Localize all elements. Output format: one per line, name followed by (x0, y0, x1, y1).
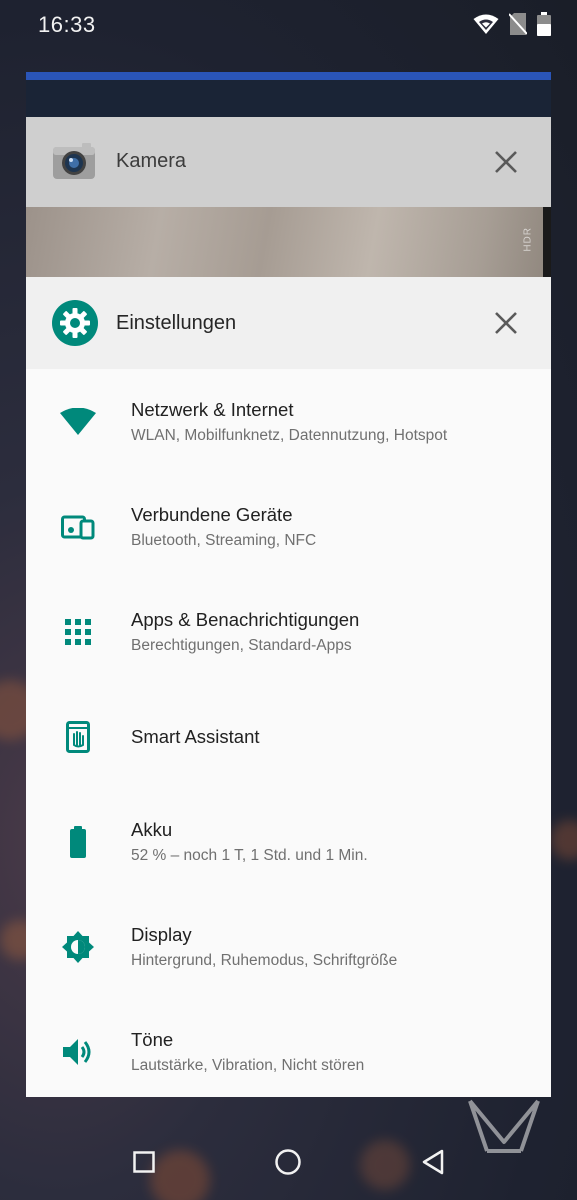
item-title: Apps & Benachrichtigungen (131, 608, 360, 630)
item-subtitle: Bluetooth, Streaming, NFC (131, 531, 317, 549)
kamera-card-title: Kamera (116, 150, 187, 172)
apps-grid-icon (56, 610, 100, 654)
settings-item-smart-assistant[interactable]: Smart Assistant (26, 684, 551, 789)
item-title: Akku (131, 818, 173, 840)
status-icons (473, 12, 551, 36)
wifi-icon (473, 14, 499, 34)
connected-devices-icon (56, 505, 100, 549)
smart-assistant-icon (56, 715, 100, 759)
settings-card-header[interactable]: Einstellungen (26, 277, 551, 369)
settings-item-network[interactable]: Netzwerk & Internet WLAN, Mobilfunknetz,… (26, 369, 551, 474)
item-subtitle: WLAN, Mobilfunknetz, Datennutzung, Hotsp… (131, 426, 448, 444)
navigation-bar (0, 1120, 577, 1200)
settings-item-connected-devices[interactable]: Verbundene Geräte Bluetooth, Streaming, … (26, 474, 551, 579)
item-title: Display (131, 923, 192, 945)
item-subtitle: Berechtigungen, Standard-Apps (131, 636, 352, 654)
item-subtitle: 52 % – noch 1 T, 1 Std. und 1 Min. (131, 846, 368, 864)
brightness-icon (56, 925, 100, 969)
no-sim-icon (509, 13, 527, 35)
item-title: Netzwerk & Internet (131, 398, 294, 420)
bokeh-decoration (550, 820, 577, 860)
status-bar: 16:33 (0, 0, 577, 48)
volume-icon (56, 1030, 100, 1074)
settings-item-battery[interactable]: Akku 52 % – noch 1 T, 1 Std. und 1 Min. (26, 789, 551, 894)
recents-square-icon[interactable] (128, 1146, 160, 1178)
close-icon[interactable] (493, 149, 519, 175)
item-title: Töne (131, 1028, 174, 1050)
close-icon[interactable] (493, 310, 519, 336)
settings-gear-icon (52, 300, 98, 346)
hdr-label: HDR (523, 227, 534, 252)
item-subtitle: Hintergrund, Ruhemodus, Schriftgröße (131, 951, 398, 969)
recent-card-einstellungen[interactable]: Einstellungen Netzwerk & Internet WLAN, … (26, 277, 551, 1097)
item-title: Smart Assistant (131, 725, 260, 747)
settings-item-display[interactable]: Display Hintergrund, Ruhemodus, Schriftg… (26, 894, 551, 999)
settings-list: Netzwerk & Internet WLAN, Mobilfunknetz,… (26, 369, 551, 1097)
battery-icon (537, 12, 551, 36)
kamera-card-header[interactable]: Kamera (26, 117, 551, 207)
back-triangle-icon[interactable] (417, 1146, 449, 1178)
settings-card-title: Einstellungen (116, 312, 237, 334)
camera-app-icon (53, 143, 95, 179)
item-title: Verbundene Geräte (131, 503, 293, 525)
status-time: 16:33 (38, 12, 96, 37)
battery-icon (56, 820, 100, 864)
settings-item-sound[interactable]: Töne Lautstärke, Vibration, Nicht stören (26, 999, 551, 1097)
wifi-icon (56, 400, 100, 444)
settings-item-apps[interactable]: Apps & Benachrichtigungen Berechtigungen… (26, 579, 551, 684)
item-subtitle: Lautstärke, Vibration, Nicht stören (131, 1056, 365, 1074)
home-circle-icon[interactable] (272, 1146, 304, 1178)
